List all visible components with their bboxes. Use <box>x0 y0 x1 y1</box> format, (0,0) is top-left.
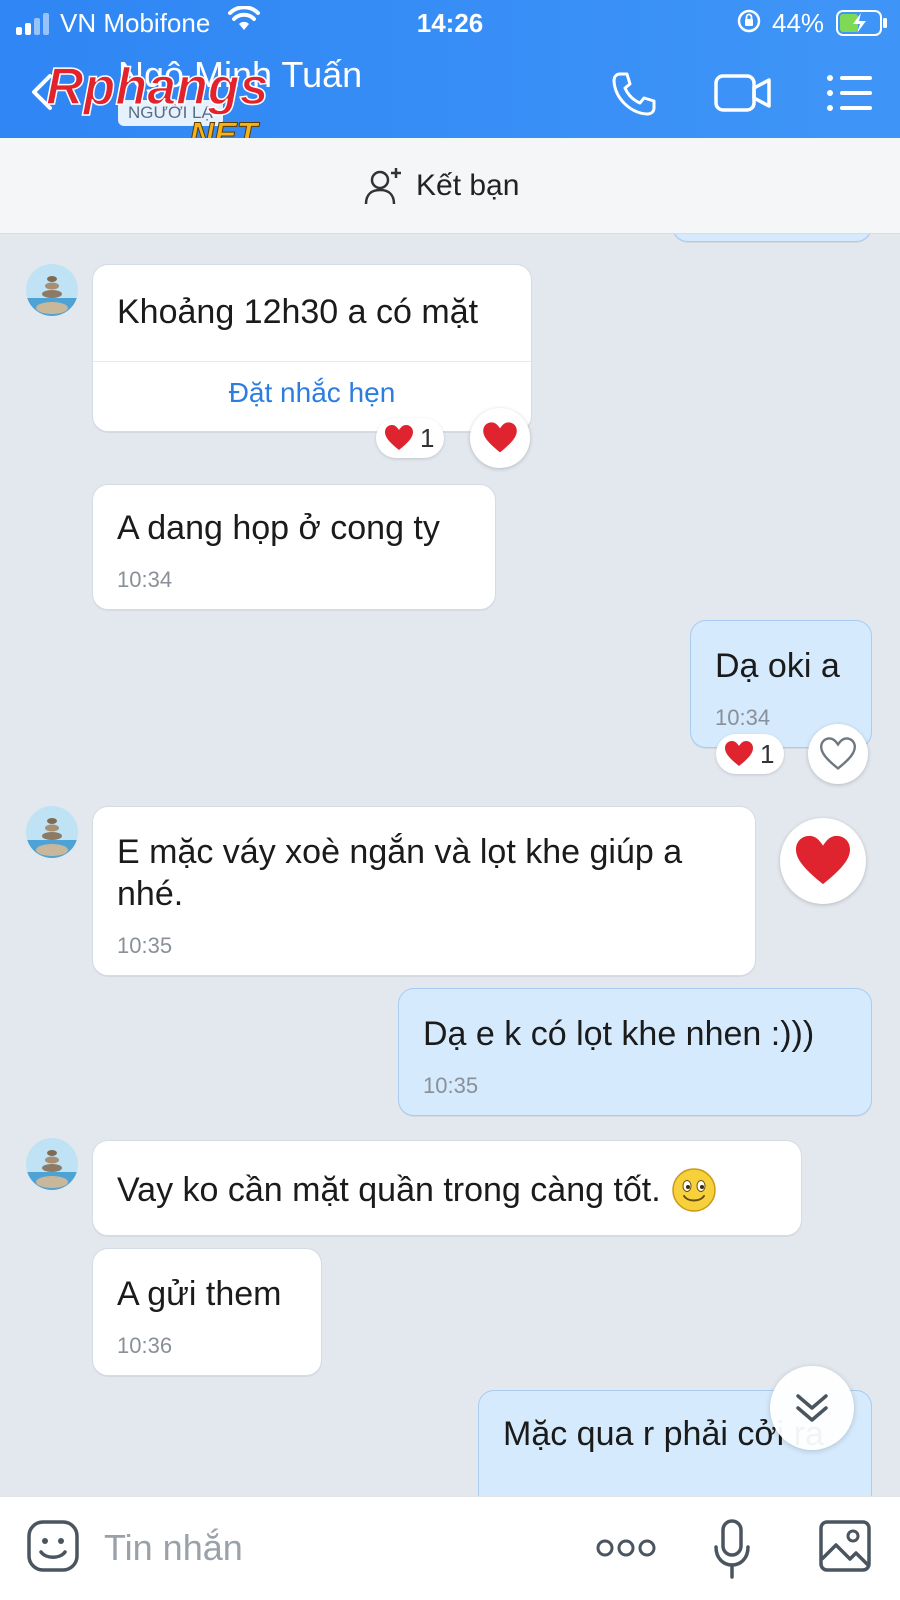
message-input[interactable] <box>104 1523 564 1573</box>
reaction-summary[interactable]: 1 <box>376 418 445 458</box>
battery-percent: 44% <box>772 8 825 38</box>
heart-icon <box>725 741 753 766</box>
battery-icon <box>836 10 887 36</box>
svg-text:Rphangs: Rphangs <box>46 58 268 116</box>
message-text: A dang họp ở cong ty <box>117 509 440 547</box>
message-text: Dạ oki a <box>715 647 840 685</box>
avatar-image <box>26 806 78 858</box>
sticker-emoji-icon[interactable] <box>26 1519 80 1573</box>
message-time: 10:35 <box>423 1073 479 1098</box>
reaction-count: 1 <box>760 738 775 769</box>
message-list[interactable]: Khoảng 12h30 a có mặt Đặt nhắc hẹn 1 A d… <box>0 234 900 1496</box>
contact-avatar[interactable] <box>26 264 78 316</box>
clock-time: 14:26 <box>416 8 484 38</box>
message-bubble-partial <box>672 234 872 242</box>
heart-icon <box>385 425 413 450</box>
image-gallery-icon[interactable] <box>818 1519 872 1573</box>
smiley-emoji-icon <box>671 1168 716 1212</box>
reaction-summary[interactable]: 1 <box>716 734 785 774</box>
message-text: Dạ e k có lọt khe nhen :))) <box>423 1015 815 1053</box>
set-reminder-link[interactable]: Đặt nhắc hẹn <box>93 377 531 409</box>
message-bubble[interactable]: A dang họp ở cong ty 10:34 <box>92 484 496 610</box>
chat-header: VN Mobifone 14:26 44% Ngô Minh Tuấn NGƯỜ… <box>0 0 900 152</box>
message-text: Khoảng 12h30 a có mặt <box>117 293 479 331</box>
phone-call-icon[interactable] <box>610 70 658 118</box>
message-bubble[interactable]: E mặc váy xoè ngắn và lọt khe giúp a nhé… <box>92 806 756 976</box>
react-button[interactable] <box>470 408 530 468</box>
watermark-logo: Rphangs .NET <box>45 57 269 152</box>
contact-avatar[interactable] <box>26 806 78 858</box>
message-text: Vay ko cần mặt quần trong càng tốt. <box>117 1167 717 1213</box>
heart-icon <box>796 835 850 885</box>
react-button[interactable] <box>780 818 866 904</box>
heart-icon <box>483 422 517 453</box>
rotation-lock-icon <box>737 9 761 33</box>
message-time: 10:34 <box>715 705 771 730</box>
add-user-icon <box>364 168 401 205</box>
reaction-count: 1 <box>420 422 435 453</box>
menu-list-icon[interactable] <box>826 72 874 114</box>
message-time: 10:34 <box>117 567 173 592</box>
message-text: E mặc váy xoè ngắn và lọt khe giúp a nhé… <box>117 833 683 913</box>
react-button[interactable] <box>808 724 868 784</box>
message-composer <box>0 1496 900 1600</box>
message-time: 10:36 <box>117 1333 173 1358</box>
message-bubble[interactable]: Dạ e k có lọt khe nhen :))) 10:35 <box>398 988 872 1116</box>
heart-outline-icon <box>820 737 856 770</box>
avatar-image <box>26 1138 78 1190</box>
message-bubble[interactable]: Khoảng 12h30 a có mặt Đặt nhắc hẹn <box>92 264 532 432</box>
add-friend-button[interactable]: Kết bạn <box>364 166 519 206</box>
bubble-divider <box>93 361 531 362</box>
message-bubble[interactable]: A gửi them 10:36 <box>92 1248 322 1376</box>
message-text: A gửi them <box>117 1275 282 1313</box>
double-chevron-down-icon <box>796 1394 828 1422</box>
add-friend-bar: Kết bạn <box>0 138 900 234</box>
message-time: 10:35 <box>117 933 173 958</box>
microphone-icon[interactable] <box>712 1519 752 1579</box>
contact-avatar[interactable] <box>26 1138 78 1190</box>
status-bar: VN Mobifone 14:26 44% <box>0 0 900 44</box>
more-options-icon[interactable] <box>596 1535 656 1561</box>
message-text-content: Vay ko cần mặt quần trong càng tốt. <box>117 1171 661 1209</box>
message-bubble[interactable]: Vay ko cần mặt quần trong càng tốt. <box>92 1140 802 1236</box>
avatar-image <box>26 264 78 316</box>
video-call-icon[interactable] <box>714 72 772 114</box>
scroll-to-bottom-button[interactable] <box>770 1366 854 1450</box>
add-friend-label: Kết bạn <box>416 169 520 202</box>
